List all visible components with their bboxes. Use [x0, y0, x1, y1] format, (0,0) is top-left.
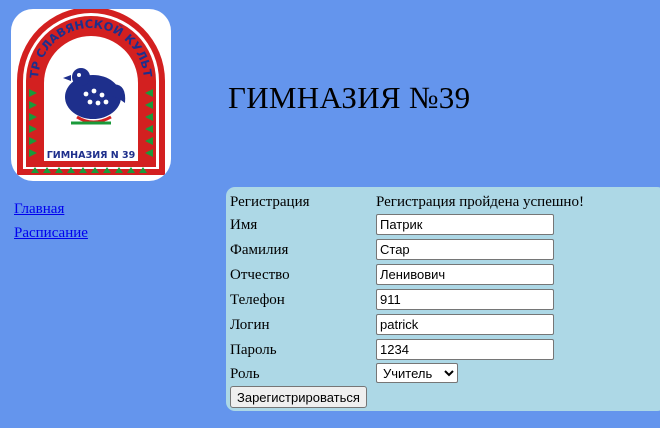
login-input[interactable]	[376, 314, 554, 335]
form-heading: Регистрация	[230, 194, 310, 210]
first-name-label: Имя	[230, 217, 258, 233]
phone-input[interactable]	[376, 289, 554, 310]
last-name-label: Фамилия	[230, 242, 289, 258]
logo-bottom-text: ГИМНАЗИЯ N 39	[47, 150, 136, 161]
nav-link-home[interactable]: Главная	[14, 200, 88, 218]
registration-form: Регистрация Регистрация пройдена успешно…	[226, 187, 660, 411]
register-button[interactable]: Зарегистрироваться	[230, 386, 367, 408]
first-name-input[interactable]	[376, 214, 554, 235]
password-input[interactable]	[376, 339, 554, 360]
page-title: ГИМНАЗИЯ №39	[228, 80, 471, 115]
login-label: Логин	[230, 317, 270, 333]
role-label: Роль	[230, 366, 260, 382]
school-logo: ЦЕНТР СЛАВЯНСКОЙ КУЛЬТУРЫ ГИМНАЗИЯ N 39	[11, 9, 171, 181]
school-emblem-icon: ЦЕНТР СЛАВЯНСКОЙ КУЛЬТУРЫ ГИМНАЗИЯ N 39	[11, 9, 165, 175]
patronymic-label: Отчество	[230, 267, 290, 283]
role-select[interactable]: Учитель	[376, 363, 458, 383]
nav-link-schedule[interactable]: Расписание	[14, 224, 88, 242]
success-message: Регистрация пройдена успешно!	[376, 194, 584, 210]
password-label: Пароль	[230, 342, 277, 358]
phone-label: Телефон	[230, 292, 285, 308]
last-name-input[interactable]	[376, 239, 554, 260]
patronymic-input[interactable]	[376, 264, 554, 285]
main-nav: Главная Расписание	[14, 200, 88, 248]
